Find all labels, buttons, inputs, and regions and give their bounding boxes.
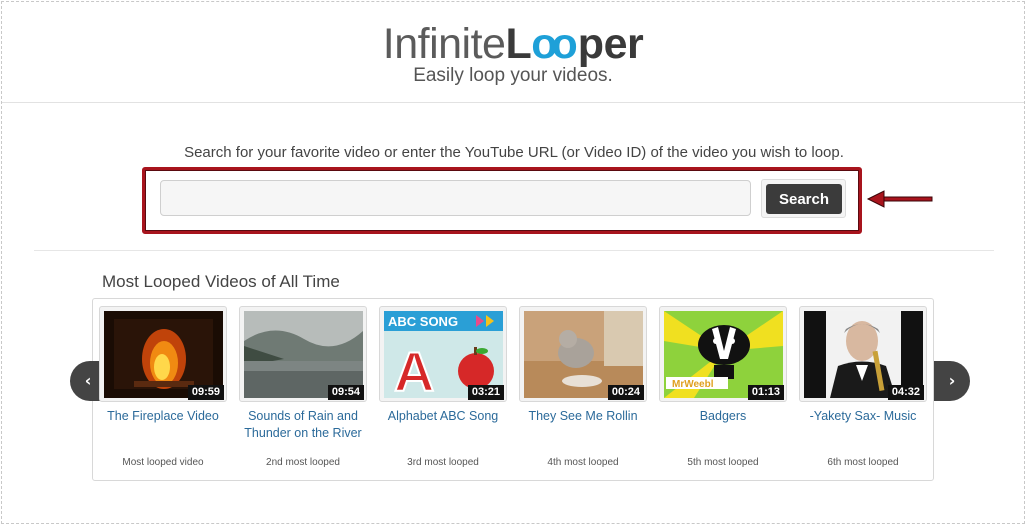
video-card: MrWeebl 01:13 Badgers 5th most looped	[659, 306, 787, 468]
thumbnail-caption: MrWeebl	[672, 379, 714, 390]
logo-text-infinite: Infinite	[382, 20, 506, 68]
video-title-link[interactable]: Alphabet ABC Song	[371, 408, 515, 448]
logo-text-per: per	[577, 20, 644, 68]
video-rank: 4th most looped	[547, 457, 619, 468]
chevron-right-icon: ›	[948, 371, 956, 390]
video-card: 00:24 They See Me Rollin 4th most looped	[519, 306, 647, 468]
video-rank: Most looped video	[122, 457, 204, 468]
video-rank: 2nd most looped	[266, 457, 340, 468]
search-button[interactable]: Search	[766, 184, 842, 214]
logo-text-l: L	[505, 20, 532, 68]
thumbnail-caption: ABC SONG	[388, 314, 458, 329]
logo-loop-symbol: oo	[531, 20, 577, 68]
section-divider	[34, 250, 994, 251]
video-duration: 09:59	[187, 385, 224, 400]
video-title-link[interactable]: The Fireplace Video	[91, 408, 235, 448]
search-form: Search	[142, 167, 862, 234]
pointer-arrow-icon	[866, 190, 933, 208]
video-card: 04:32 -Yakety Sax- Music 6th most looped	[799, 306, 927, 468]
video-rank: 6th most looped	[827, 457, 899, 468]
video-thumbnail-link[interactable]: 00:24	[519, 306, 647, 402]
chevron-left-icon: ‹	[84, 371, 92, 390]
video-rank: 3rd most looped	[407, 457, 479, 468]
search-button-frame: Search	[761, 179, 846, 218]
video-thumbnail-link[interactable]: 04:32	[799, 306, 927, 402]
video-thumbnail-link[interactable]: 09:59	[99, 306, 227, 402]
video-thumbnail-link[interactable]: ABC SONG A 03:21	[379, 306, 507, 402]
video-title-link[interactable]: They See Me Rollin	[511, 408, 655, 448]
video-title-link[interactable]: Badgers	[651, 408, 795, 448]
search-input[interactable]	[160, 180, 751, 216]
video-duration: 03:21	[467, 385, 504, 400]
video-thumbnail-link[interactable]: 09:54	[239, 306, 367, 402]
site-logo[interactable]: InfiniteLoo per	[2, 18, 1024, 70]
tagline: Easily loop your videos.	[413, 65, 613, 86]
search-instructions: Search for your favorite video or enter …	[184, 144, 844, 161]
video-card: ABC SONG A 03:21 Alphabet ABC Song 3rd m…	[379, 306, 507, 468]
site-header: InfiniteLoo per Easily loop your videos.	[2, 2, 1024, 103]
video-thumbnail-link[interactable]: MrWeebl 01:13	[659, 306, 787, 402]
video-duration: 01:13	[747, 385, 784, 400]
svg-text:A: A	[394, 340, 434, 398]
video-card: 09:59 The Fireplace Video Most looped vi…	[99, 306, 227, 468]
video-rank: 5th most looped	[687, 457, 759, 468]
video-title-link[interactable]: Sounds of Rain and Thunder on the River	[231, 408, 375, 448]
video-title-link[interactable]: -Yakety Sax- Music	[791, 408, 935, 448]
video-duration: 09:54	[327, 385, 364, 400]
video-card: 09:54 Sounds of Rain and Thunder on the …	[239, 306, 367, 468]
most-looped-heading: Most Looped Videos of All Time	[102, 272, 340, 291]
video-duration: 04:32	[887, 385, 924, 400]
video-duration: 00:24	[607, 385, 644, 400]
